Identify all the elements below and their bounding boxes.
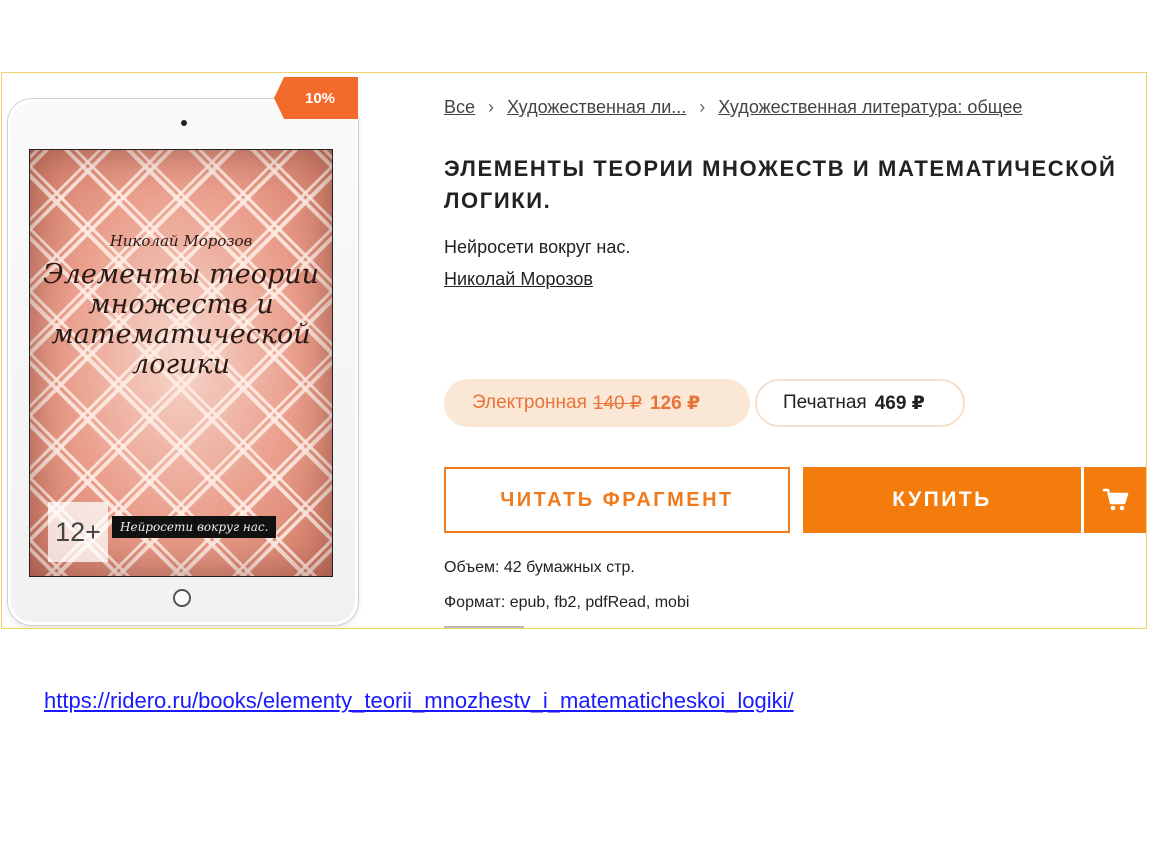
buy-button[interactable]: Купить [803,467,1081,533]
cart-icon [1102,488,1129,511]
discount-badge: 10% [274,77,358,119]
breadcrumb-item-fiction-general[interactable]: Художественная литература: общее [718,97,1022,117]
breadcrumb-item-fiction[interactable]: Художественная ли... [507,97,686,117]
cover-author: Николай Морозов [109,232,253,250]
cover-series: Нейросети вокруг нас. [112,516,277,538]
cut-off-text [444,626,524,628]
breadcrumb: Все › Художественная ли... › Художествен… [444,97,1022,118]
camera-dot [181,120,187,126]
book-format: Формат: epub, fb2, pdfRead, mobi [444,594,690,611]
source-link[interactable]: https://ridero.ru/books/elementy_teorii_… [44,688,794,714]
book-title: Элементы теории множеств и математическо… [444,156,1117,213]
breadcrumb-separator: › [699,97,706,117]
ebook-price: 126 ₽ [649,392,701,414]
author-link[interactable]: Николай Морозов [444,269,593,290]
ebook-old-price: 140 ₽ [592,392,642,414]
read-fragment-label: Читать фрагмент [500,488,734,511]
ebook-label: Электронная [472,392,587,413]
home-button-icon [173,589,191,607]
cover-age-rating: 12+ [48,502,108,562]
book-card: Николай Морозов Элементы теории множеств… [1,72,1147,629]
print-label: Печатная [783,392,867,413]
format-print-pill[interactable]: Печатная 469 ₽ [755,379,965,427]
discount-badge-label: 10% [304,89,336,107]
breadcrumb-separator: › [488,97,495,117]
tablet-mockup: Николай Морозов Элементы теории множеств… [8,99,358,625]
buy-label: Купить [892,488,992,511]
read-fragment-button[interactable]: Читать фрагмент [444,467,790,533]
format-ebook-pill[interactable]: Электронная 140 ₽ 126 ₽ [444,379,750,427]
print-price: 469 ₽ [874,392,925,414]
book-volume: Объем: 42 бумажных стр. [444,559,635,576]
book-cover[interactable]: Николай Морозов Элементы теории множеств… [29,149,333,577]
cover-title: Элементы теории множеств и математическо… [42,259,320,380]
book-series: Нейросети вокруг нас. [444,237,631,257]
add-to-cart-button[interactable] [1084,467,1146,533]
breadcrumb-item-all[interactable]: Все [444,97,475,117]
